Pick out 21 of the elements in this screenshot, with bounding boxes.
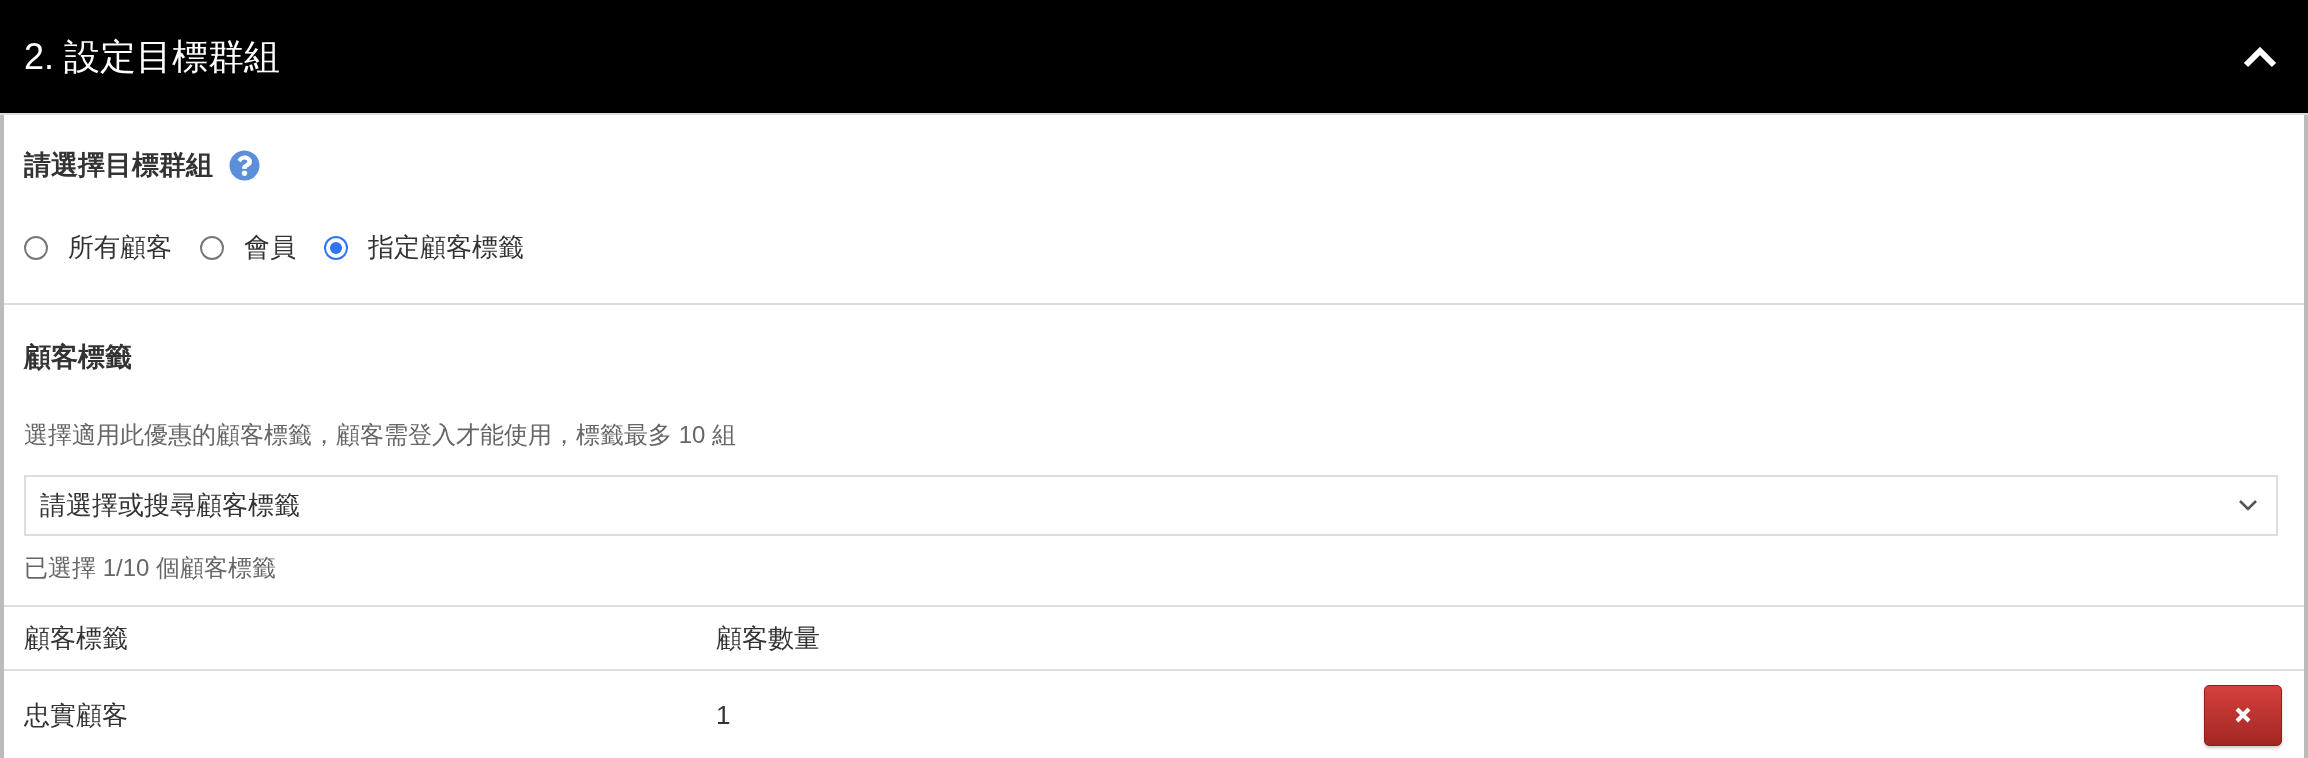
- radio-label[interactable]: 所有顧客: [68, 230, 172, 265]
- field-label: 顧客標籤: [24, 341, 132, 374]
- table-header-cell-text: 顧客標籤: [24, 622, 129, 655]
- table-cell-text: 1: [716, 699, 732, 732]
- field-label: 請選擇目標群組: [24, 149, 213, 182]
- table-cell-text: 忠實顧客: [24, 699, 129, 732]
- table-header-cell-text: 顧客數量: [716, 622, 821, 655]
- field-description: 選擇適用此優惠的顧客標籤，顧客需登入才能使用，標籤最多 10 組: [24, 420, 738, 450]
- radio-label[interactable]: 會員: [244, 230, 296, 265]
- radio-button[interactable]: [324, 235, 348, 260]
- help-icon[interactable]: [229, 149, 260, 181]
- section-title: 2. 設定目標群組: [24, 34, 281, 79]
- radio-label[interactable]: 指定顧客標籤: [368, 230, 524, 265]
- cross-icon: [2235, 707, 2251, 723]
- chevron-down-icon: [2238, 499, 2258, 511]
- tag-select-field[interactable]: 請選擇或搜尋顧客標籤: [24, 475, 2278, 536]
- delete-button[interactable]: [2204, 684, 2282, 746]
- radio-button[interactable]: [200, 235, 224, 260]
- radio-button[interactable]: [24, 235, 48, 260]
- chevron-up-icon[interactable]: [2242, 44, 2278, 69]
- selection-count: 已選擇 1/10 個顧客標籤: [24, 553, 278, 583]
